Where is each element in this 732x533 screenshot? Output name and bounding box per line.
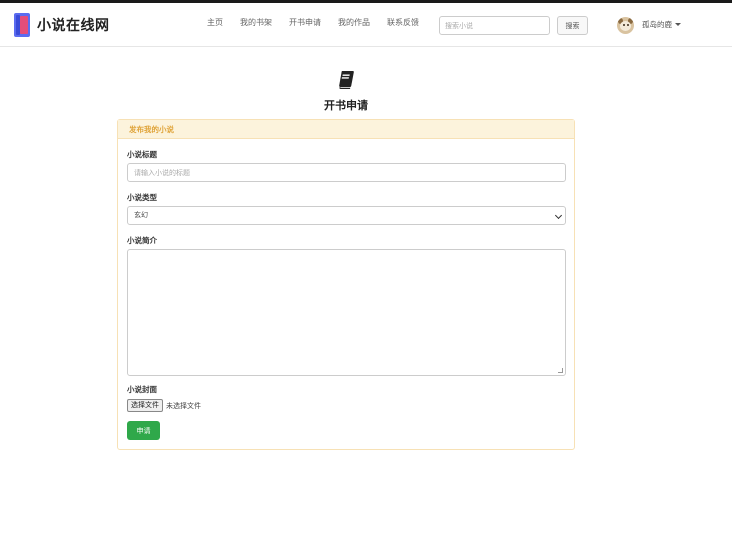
novel-title-input[interactable] [127,163,566,182]
novel-type-select[interactable]: 玄幻 [127,206,566,225]
nav-item-my-works[interactable]: 我的作品 [338,17,370,28]
search-button[interactable]: 搜索 [557,16,588,35]
cover-file-input: 选择文件 未选择文件 [127,399,201,412]
avatar[interactable] [617,17,634,34]
choose-file-button[interactable]: 选择文件 [127,399,163,412]
nav-item-feedback[interactable]: 联系反馈 [387,17,419,28]
title-label: 小说标题 [127,150,157,159]
chevron-down-icon [554,211,563,220]
resize-grip-icon[interactable] [558,368,563,373]
caret-down-icon [675,23,681,26]
brand-name: 小说在线网 [37,18,110,34]
book-icon [339,71,354,89]
apply-form-panel: 发布我的小说 小说标题 小说类型 玄幻 小说简介 小说封面 选择文件 未选择文件… [117,119,575,450]
user-menu-dropdown[interactable]: 孤岛的鹿 [642,19,681,30]
cover-label: 小说封面 [127,385,157,394]
intro-label: 小说简介 [127,236,157,245]
file-status: 未选择文件 [166,401,201,410]
nav-item-bookshelf[interactable]: 我的书架 [240,17,272,28]
page-title: 开书申请 [324,99,368,112]
book-logo-icon [14,13,30,37]
search-input[interactable] [439,16,550,35]
brand-logo[interactable]: 小说在线网 [14,12,110,38]
submit-button[interactable]: 申请 [127,421,160,440]
novel-type-selected: 玄幻 [134,211,148,219]
type-label: 小说类型 [127,193,157,202]
panel-heading: 发布我的小说 [118,120,574,139]
nav-item-apply[interactable]: 开书申请 [289,17,321,28]
user-name: 孤岛的鹿 [642,20,672,29]
nav-item-home[interactable]: 主页 [207,17,223,28]
navbar: 小说在线网 主页 我的书架 开书申请 我的作品 联系反馈 搜索 孤岛的鹿 [0,3,732,47]
novel-intro-textarea[interactable] [127,249,566,376]
